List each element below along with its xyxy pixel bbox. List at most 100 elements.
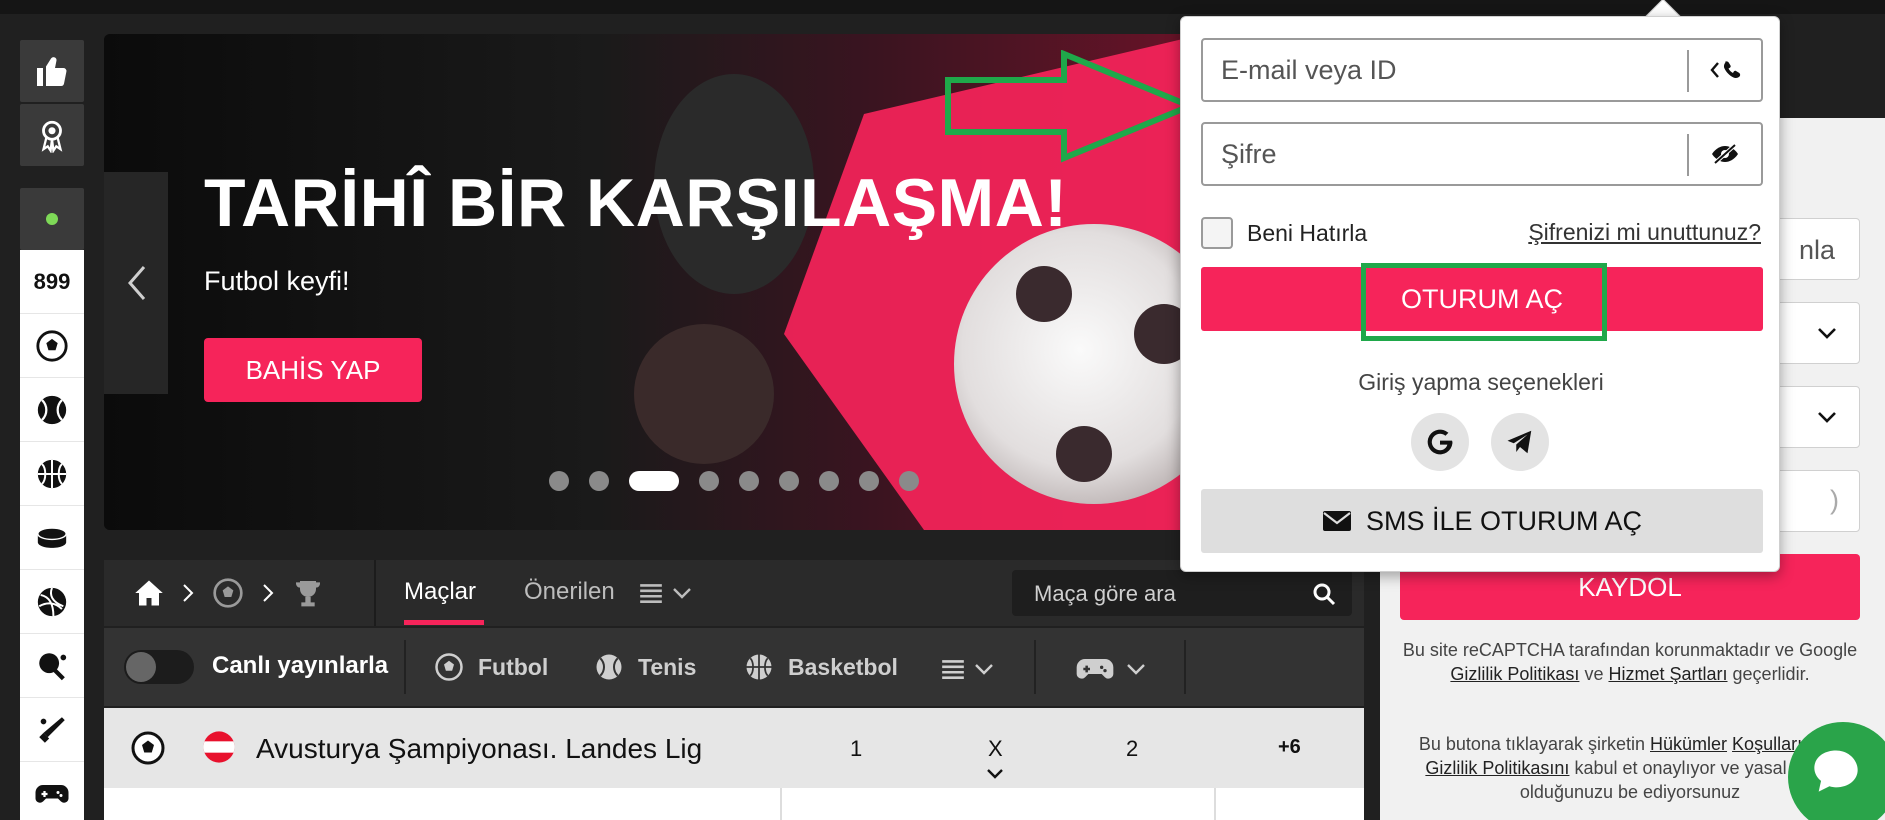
- filter-divider: [1184, 640, 1186, 694]
- email-placeholder: E-mail veya ID: [1221, 55, 1397, 85]
- remember-me-label: Beni Hatırla: [1247, 219, 1368, 246]
- filter-tennis-label: Tenis: [638, 653, 697, 680]
- email-field[interactable]: E-mail veya ID: [1201, 38, 1763, 102]
- slide-dot[interactable]: [899, 471, 919, 491]
- envelope-icon: [1322, 511, 1351, 531]
- live-button[interactable]: [20, 188, 84, 250]
- consent-text: kabul et: [1574, 758, 1638, 778]
- league-row[interactable]: Avusturya Şampiyonası. Landes Lig 1 X 2 …: [104, 708, 1364, 788]
- odds-header-x: X: [988, 736, 1003, 761]
- rail-table-tennis[interactable]: [20, 634, 84, 698]
- sms-login-label: SMS İLE OTURUM AÇ: [1365, 505, 1643, 536]
- phone-switch-button[interactable]: [1689, 40, 1761, 100]
- login-popup: E-mail veya ID Şifre Beni Hatırla Şifren…: [1180, 16, 1780, 572]
- slide-dot[interactable]: [859, 471, 879, 491]
- football-icon: [435, 653, 463, 681]
- live-count: 899: [33, 268, 71, 294]
- highlight-box-annotation: [1361, 263, 1607, 341]
- live-stream-label: Canlı yayınlarla: [212, 652, 389, 679]
- search-input[interactable]: Maça göre ara: [1034, 581, 1176, 607]
- rail-basketball[interactable]: [20, 442, 84, 506]
- filter-basketball[interactable]: Basketbol: [744, 652, 898, 682]
- tab-recommended[interactable]: Önerilen: [524, 578, 615, 606]
- filter-divider: [1034, 640, 1036, 694]
- recaptcha-end-text: geçerlidir.: [1732, 664, 1810, 684]
- search-icon[interactable]: [1312, 582, 1336, 606]
- terms-link[interactable]: Hizmet Şartları: [1608, 664, 1727, 684]
- rail-count-item[interactable]: 899: [20, 250, 84, 314]
- chevron-down-icon: [1818, 328, 1836, 339]
- slide-dot[interactable]: [699, 471, 719, 491]
- table-tennis-icon: [39, 652, 67, 680]
- sms-login-button[interactable]: SMS İLE OTURUM AÇ: [1201, 489, 1763, 553]
- slide-dot[interactable]: [739, 471, 759, 491]
- slide-dots: [549, 471, 919, 491]
- google-icon: [1427, 429, 1453, 455]
- privacy-link[interactable]: Gizlilik Politikası: [1450, 664, 1579, 684]
- filter-basketball-label: Basketbol: [788, 653, 898, 680]
- top-bar: [0, 0, 1885, 14]
- basketball-icon: [37, 459, 67, 488]
- match-search[interactable]: Maça göre ara: [1012, 570, 1352, 616]
- awards-button[interactable]: [20, 104, 84, 166]
- forgot-password-link[interactable]: Şifrenizi mi unuttunuz?: [1528, 219, 1761, 246]
- football-icon: [131, 731, 165, 765]
- chevron-down-icon: [975, 664, 993, 675]
- esports-menu[interactable]: [1074, 654, 1146, 684]
- rail-esports[interactable]: [20, 762, 84, 820]
- row-divider: [1214, 788, 1216, 820]
- bet-button[interactable]: BAHİS YAP: [204, 338, 422, 402]
- privacy-link[interactable]: Gizlilik Politikasını: [1425, 758, 1569, 778]
- filter-tennis[interactable]: Tenis: [594, 652, 696, 682]
- home-icon[interactable]: [134, 579, 164, 607]
- sports-rail: 899: [20, 250, 84, 820]
- more-markets[interactable]: +6: [1278, 736, 1301, 759]
- breadcrumb: [134, 560, 324, 626]
- toggle-password-visibility[interactable]: [1689, 124, 1761, 184]
- rail-tennis[interactable]: [20, 378, 84, 442]
- terms-link[interactable]: Hükümler: [1650, 734, 1727, 754]
- rail-cricket[interactable]: [20, 698, 84, 762]
- tennis-icon: [596, 654, 622, 680]
- like-button[interactable]: [20, 40, 84, 102]
- esports-icon: [35, 785, 69, 803]
- nav-divider: [374, 560, 376, 626]
- telegram-icon: [1507, 430, 1532, 454]
- tennis-icon: [37, 395, 67, 424]
- rail-football[interactable]: [20, 314, 84, 378]
- slide-dot[interactable]: [779, 471, 799, 491]
- banner-prev-button[interactable]: [104, 172, 168, 394]
- trophy-icon[interactable]: [292, 578, 324, 608]
- google-login-button[interactable]: [1411, 413, 1469, 471]
- phone-icon: [1710, 61, 1741, 79]
- green-arrow-annotation: [945, 50, 1198, 163]
- football-icon[interactable]: [212, 577, 244, 609]
- award-icon: [41, 120, 63, 153]
- rail-hockey[interactable]: [20, 506, 84, 570]
- rail-volleyball[interactable]: [20, 570, 84, 634]
- chevron-right-icon: [183, 584, 194, 602]
- volleyball-icon: [37, 586, 67, 616]
- chevron-down-icon[interactable]: [986, 768, 1004, 780]
- telegram-login-button[interactable]: [1491, 413, 1549, 471]
- slide-dot[interactable]: [819, 471, 839, 491]
- hockey-icon: [37, 526, 67, 548]
- tab-matches[interactable]: Maçlar: [404, 578, 476, 606]
- chevron-right-icon: [263, 584, 274, 602]
- filter-football[interactable]: Futbol: [434, 652, 548, 682]
- more-tabs-menu[interactable]: [638, 580, 692, 606]
- matches-nav: Maçlar Önerilen Maça göre ara: [104, 560, 1364, 626]
- slide-dot-active[interactable]: [629, 471, 679, 491]
- login-options-label: Giriş yapma seçenekleri: [1358, 369, 1604, 395]
- slide-dot[interactable]: [589, 471, 609, 491]
- odds-header-2: 2: [1126, 736, 1139, 761]
- league-name: Avusturya Şampiyonası. Landes Lig: [256, 733, 703, 764]
- live-stream-toggle[interactable]: [124, 650, 194, 684]
- password-field[interactable]: Şifre: [1201, 122, 1763, 186]
- slide-dot[interactable]: [549, 471, 569, 491]
- match-row[interactable]: [104, 788, 1364, 820]
- remember-me-checkbox[interactable]: [1201, 217, 1233, 249]
- recaptcha-text: Bu site reCAPTCHA tarafından korunmaktad…: [1402, 640, 1858, 660]
- more-sports-menu[interactable]: [940, 656, 994, 682]
- remember-me[interactable]: Beni Hatırla: [1201, 217, 1367, 249]
